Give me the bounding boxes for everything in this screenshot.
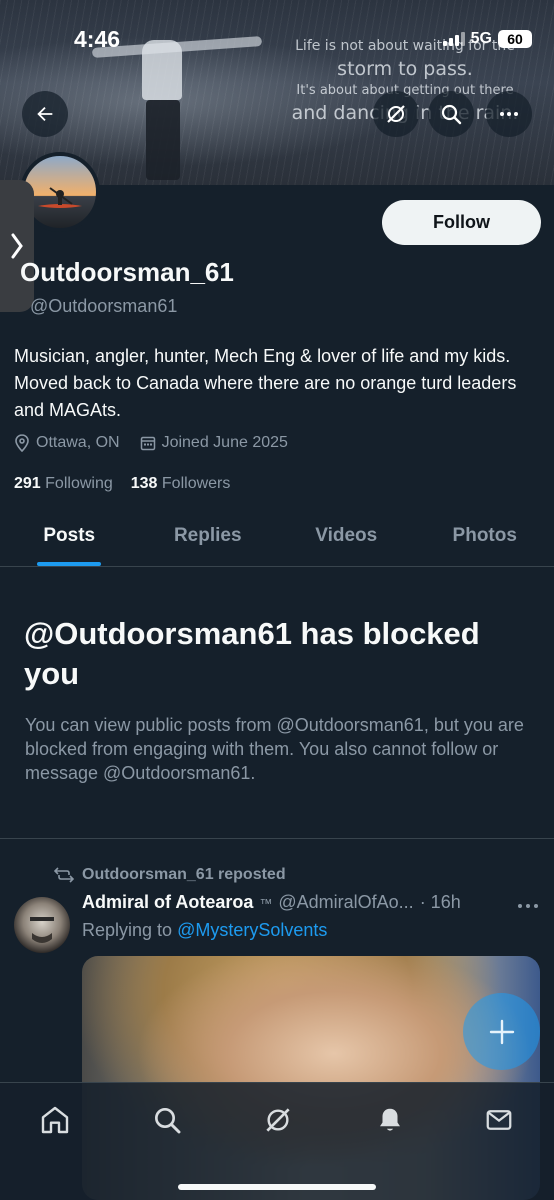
calendar-icon: [140, 436, 155, 451]
tab-label: Photos: [452, 524, 517, 546]
post-author-suffix: ™: [259, 896, 273, 911]
blocked-description: You can view public posts from @Outdoors…: [25, 715, 524, 783]
repost-icon: [54, 867, 74, 883]
post-more-button[interactable]: [516, 893, 540, 916]
status-time: 4:46: [74, 26, 121, 52]
mail-icon: [486, 1110, 512, 1130]
bottom-navigation: [0, 1082, 554, 1200]
tab-posts[interactable]: Posts: [0, 505, 139, 566]
following-label: Following: [45, 475, 113, 492]
arrow-left-icon: [37, 106, 53, 122]
compose-button[interactable]: [463, 993, 540, 1070]
section-divider: [0, 838, 554, 839]
plus-icon: [489, 1019, 514, 1044]
joined-text: Joined June 2025: [161, 434, 288, 451]
home-indicator[interactable]: [178, 1184, 376, 1190]
nav-messages[interactable]: [482, 1103, 516, 1137]
blocked-title: @Outdoorsman61 has blocked you: [24, 616, 480, 691]
banner-figure-legs: [146, 100, 180, 180]
tab-label: Posts: [43, 524, 96, 546]
tab-label: Replies: [173, 524, 242, 546]
more-button[interactable]: [486, 91, 532, 137]
nav-home[interactable]: [38, 1103, 72, 1137]
grok-icon: [387, 105, 405, 123]
profile-bio: Musician, angler, hunter, Mech Eng & lov…: [14, 346, 517, 420]
followers-label: Followers: [161, 475, 231, 492]
post-author-handle[interactable]: @AdmiralOfAo...: [278, 892, 413, 913]
tab-videos[interactable]: Videos: [277, 505, 416, 566]
home-icon: [41, 1106, 69, 1134]
joined-item: Joined June 2025: [140, 434, 288, 452]
tab-label: Videos: [315, 524, 378, 546]
following-count: 291: [14, 475, 41, 492]
tab-replies[interactable]: Replies: [139, 505, 278, 566]
battery-icon: 60: [498, 30, 532, 48]
replying-to-link[interactable]: @MysterySolvents: [177, 920, 327, 940]
grok-button[interactable]: [373, 91, 419, 137]
replying-prefix: Replying to: [82, 920, 173, 940]
follow-button[interactable]: Follow: [382, 200, 541, 245]
display-name: Outdoorsman_61: [20, 257, 234, 287]
nav-notifications[interactable]: [373, 1103, 407, 1137]
grok-icon: [266, 1108, 290, 1132]
following-link[interactable]: 291 Following: [14, 475, 113, 493]
more-horizontal-icon: [500, 112, 518, 116]
repost-label: Outdoorsman_61 reposted: [82, 866, 286, 883]
bell-icon: [380, 1108, 400, 1131]
location-text: Ottawa, ON: [36, 434, 120, 451]
profile-tabs: Posts Replies Videos Photos: [0, 505, 554, 567]
side-drawer-handle[interactable]: [0, 180, 34, 312]
post-header: Admiral of Aotearoa ™ @AdmiralOfAo... · …: [82, 892, 461, 913]
signal-icon: [442, 32, 465, 46]
banner-figure-body: [142, 40, 182, 100]
search-icon: [155, 1108, 181, 1134]
profile-handle: @Outdoorsman61: [30, 296, 178, 316]
tab-photos[interactable]: Photos: [416, 505, 554, 566]
chevron-right-icon: [11, 233, 23, 259]
search-icon: [441, 104, 462, 125]
post-author-name[interactable]: Admiral of Aotearoa: [82, 892, 253, 913]
banner-quote-line: storm to pass.: [337, 58, 473, 80]
search-button[interactable]: [428, 91, 474, 137]
followers-link[interactable]: 138 Followers: [131, 475, 231, 493]
post-time: · 16h: [419, 892, 461, 912]
back-button[interactable]: [22, 91, 68, 137]
profile-meta: Ottawa, ON Joined June 2025: [14, 434, 288, 452]
more-horizontal-icon: [518, 904, 538, 908]
active-tab-indicator: [37, 562, 102, 566]
kayak-photo: [38, 187, 82, 208]
follow-counts: 291 Following 138 Followers: [14, 475, 230, 493]
location-pin-icon: [15, 434, 29, 452]
nav-grok[interactable]: [261, 1103, 295, 1137]
location-item: Ottawa, ON: [14, 434, 120, 452]
replying-to: Replying to @MysterySolvents: [82, 920, 327, 941]
followers-count: 138: [130, 475, 158, 492]
post-author-avatar[interactable]: [14, 897, 70, 953]
status-indicators: 5G 60: [442, 30, 532, 48]
author-photo: [30, 917, 54, 943]
nav-search[interactable]: [150, 1103, 184, 1137]
network-type: 5G: [470, 30, 492, 47]
repost-indicator[interactable]: Outdoorsman_61 reposted: [54, 866, 286, 884]
